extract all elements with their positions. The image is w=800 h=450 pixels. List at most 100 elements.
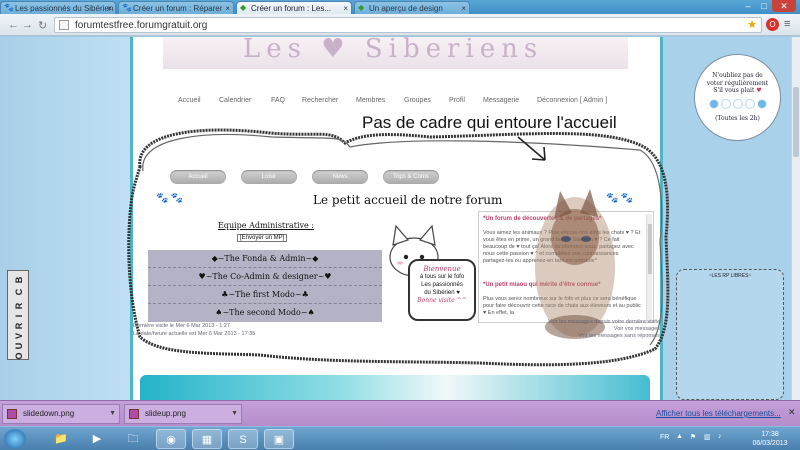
close-tab-icon[interactable]: × xyxy=(225,2,230,14)
tab-label: Un aperçu de design xyxy=(369,4,443,13)
language-indicator[interactable]: FR xyxy=(660,434,669,441)
windows-taskbar: 📁 ▶ 🗀 ◉ ▦ S ▣ FR ▲ ⚑ ▥ ♪ 17:38 06/03/201… xyxy=(0,426,800,450)
show-all-downloads-link[interactable]: Afficher tous les téléchargements... xyxy=(656,409,781,418)
vote-line: voter régulièrement xyxy=(706,80,769,87)
browser-tab[interactable]: ◆ Un aperçu de design × xyxy=(354,1,470,14)
vote-line: N'oubliez pas de xyxy=(712,72,763,79)
annotation-text: Pas de cadre qui entoure l'accueil xyxy=(362,113,617,132)
side-cb-tab[interactable]: O U V R I R C B xyxy=(7,270,29,360)
vote-dot[interactable] xyxy=(732,99,743,109)
bookmark-star-icon[interactable]: ★ xyxy=(747,18,757,31)
paw-icon: 🐾 xyxy=(4,3,14,12)
download-filename: slideup.png xyxy=(145,409,186,418)
download-item[interactable]: slidedown.png ▼ xyxy=(2,404,120,424)
scrollbar-thumb[interactable] xyxy=(648,224,652,274)
rp-libres-box: ~LES RP LIBRES~ xyxy=(676,269,784,400)
browser-tab-bar: 🐾 Les passionnés du Sibérien ! × 🐾 Créer… xyxy=(0,0,800,14)
volume-icon[interactable]: ♪ xyxy=(718,433,722,440)
bubble-line: Bonne visite ^^ xyxy=(417,297,467,304)
close-icon[interactable]: ✕ xyxy=(788,407,796,418)
vote-widget[interactable]: N'oubliez pas de voter régulièrement S'i… xyxy=(694,54,781,141)
minimize-icon[interactable]: – xyxy=(740,0,756,12)
browser-toolbar: ← → ↻ forumtestfree.forumgratuit.org ★ O… xyxy=(0,14,800,36)
vote-dot[interactable] xyxy=(708,99,719,109)
image-file-icon xyxy=(7,409,17,419)
staff-list: ◆~The Fonda & Admin~◆ ♥~The Co-Admin & d… xyxy=(148,250,382,322)
side-tab-letter: B xyxy=(14,276,24,284)
browser-tab[interactable]: 🐾 Créer un forum : Réparer × xyxy=(118,1,234,14)
chevron-down-icon[interactable]: ▼ xyxy=(109,405,116,423)
close-tab-icon[interactable]: × xyxy=(343,2,348,14)
tab-label: Créer un forum : Les... xyxy=(251,4,332,13)
system-clock[interactable]: 17:38 06/03/2013 xyxy=(750,430,790,448)
bottom-banner-image xyxy=(140,375,650,400)
welcome-bubble: Bienvenue à tous sur le fofo Les passion… xyxy=(408,259,476,321)
send-mp-button[interactable]: [Envoyer un MP] xyxy=(237,234,288,242)
flag-icon[interactable]: ⚑ xyxy=(690,433,696,441)
extension-icon[interactable]: O xyxy=(766,18,779,31)
start-button[interactable] xyxy=(4,429,26,449)
download-filename: slidedown.png xyxy=(23,409,75,418)
close-tab-icon[interactable]: × xyxy=(461,2,466,14)
staff-row[interactable]: ♠~The second Modo~♠ xyxy=(148,304,382,322)
tab-label: Créer un forum : Réparer xyxy=(133,4,223,13)
chrome-icon[interactable]: ◉ xyxy=(156,429,186,449)
vote-dot[interactable] xyxy=(744,99,755,109)
gimp-icon[interactable]: ▣ xyxy=(264,429,294,449)
welcome-scrollbar[interactable] xyxy=(646,214,652,322)
forumactif-icon: ◆ xyxy=(240,3,247,12)
side-tab-letters: O U V R I R C B xyxy=(8,271,30,361)
bubble-line: Les passionnés xyxy=(421,282,463,288)
current-time-text: La date/heure actuelle est Mer 6 Mar 201… xyxy=(133,331,256,337)
unanswered-link[interactable]: Voir les messages sans réponses xyxy=(578,333,660,339)
vote-line: (Toutes les 2h) xyxy=(715,115,760,122)
browser-tab-active[interactable]: ◆ Créer un forum : Les... × xyxy=(236,1,352,14)
paw-icon: 🐾🐾 xyxy=(156,193,185,204)
last-visit-text: Dernière visite le Mer 6 Mar 2013 - 1:27 xyxy=(133,323,230,329)
address-bar[interactable]: forumtestfree.forumgratuit.org ★ xyxy=(54,17,762,33)
skype-icon[interactable]: S xyxy=(228,429,258,449)
forum-footer-info: Dernière visite le Mer 6 Mar 2013 - 1:27… xyxy=(133,319,660,343)
media-player-icon[interactable]: ▶ xyxy=(82,429,112,449)
download-item[interactable]: slideup.png ▼ xyxy=(124,404,242,424)
image-file-icon xyxy=(129,409,139,419)
network-icon[interactable]: ▥ xyxy=(704,433,711,441)
vote-line: S'il vous plait xyxy=(713,87,755,94)
forward-arrow-icon[interactable]: → xyxy=(22,19,33,31)
folder-icon[interactable]: 🗀 xyxy=(118,429,148,449)
page-viewport: Les ♥ Siberiens Accueil Calendrier FAQ R… xyxy=(0,37,800,400)
bubble-line: Bienvenue xyxy=(423,265,461,273)
paw-icon: 🐾 xyxy=(122,3,132,12)
maximize-icon[interactable]: □ xyxy=(756,0,772,12)
page-icon xyxy=(59,20,69,30)
home-tab-pill[interactable]: Tops & Coms xyxy=(383,170,439,184)
back-arrow-icon[interactable]: ← xyxy=(8,19,19,31)
staff-row[interactable]: ◆~The Fonda & Admin~◆ xyxy=(148,250,382,268)
staff-row[interactable]: ♥~The Co-Admin & designer~♥ xyxy=(148,268,382,286)
team-heading: Equipe Administrative : xyxy=(218,221,315,230)
vote-dot[interactable] xyxy=(756,99,767,109)
staff-row[interactable]: ♣~The first Modo~♣ xyxy=(148,286,382,304)
browser-tab[interactable]: 🐾 Les passionnés du Sibérien ! × xyxy=(0,1,116,14)
reload-icon[interactable]: ↻ xyxy=(38,19,47,32)
home-tab-pill[interactable]: Loisir xyxy=(241,170,297,184)
vote-dot[interactable] xyxy=(720,99,731,109)
explorer-icon[interactable]: 📁 xyxy=(46,429,76,449)
scrollbar-thumb[interactable] xyxy=(793,87,799,157)
tab-label: Les passionnés du Sibérien ! xyxy=(15,4,116,13)
window-controls: – □ ✕ xyxy=(740,0,796,14)
clock-date: 06/03/2013 xyxy=(752,440,788,447)
photoshop-icon[interactable]: ▦ xyxy=(192,429,222,449)
window-close-icon[interactable]: ✕ xyxy=(772,0,796,12)
rp-libres-label: ~LES RP LIBRES~ xyxy=(708,273,752,279)
page-scrollbar[interactable] xyxy=(791,37,800,400)
tray-arrow-icon[interactable]: ▲ xyxy=(676,433,683,440)
home-tab-pill[interactable]: News xyxy=(312,170,368,184)
chevron-down-icon[interactable]: ▼ xyxy=(231,405,238,423)
home-tab-pill[interactable]: Accueil xyxy=(170,170,226,184)
my-messages-link[interactable]: Voir vos messages xyxy=(614,326,660,332)
menu-icon[interactable]: ≡ xyxy=(784,18,790,30)
forumactif-icon: ◆ xyxy=(358,3,365,12)
new-messages-link[interactable]: Voir les messages depuis votre dernière … xyxy=(548,319,660,325)
close-tab-icon[interactable]: × xyxy=(107,2,112,14)
